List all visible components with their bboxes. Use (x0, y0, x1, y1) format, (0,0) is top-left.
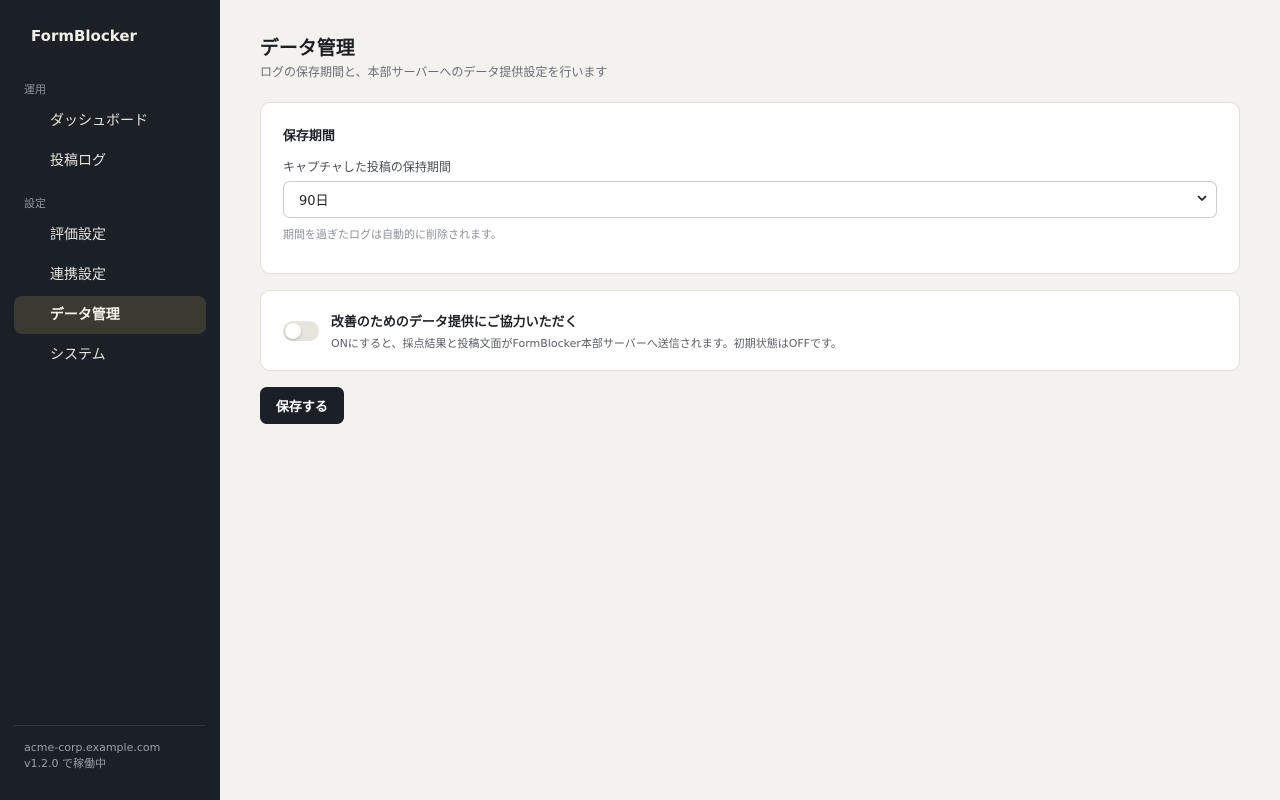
retention-card: 保存期間 キャプチャした投稿の保持期間 90日 期間を過ぎたログは自動的に削除さ… (260, 102, 1240, 274)
consent-text: 改善のためのデータ提供にご協力いただく ONにすると、採点結果と投稿文面がFor… (331, 311, 842, 351)
sidebar-item-data-management[interactable]: データ管理 (14, 296, 206, 334)
page-title: データ管理 (260, 37, 356, 59)
consent-card: 改善のためのデータ提供にご協力いただく ONにすると、採点結果と投稿文面がFor… (260, 290, 1240, 371)
consent-description: ONにすると、採点結果と投稿文面がFormBlocker本部サーバーへ送信されま… (331, 336, 842, 350)
retention-period-select[interactable]: 90日 (283, 181, 1217, 218)
sidebar-item-evaluation-settings[interactable]: 評価設定 (14, 216, 206, 254)
tenant-host: acme-corp.example.com (24, 741, 161, 754)
sidebar-item-system[interactable]: システム (14, 336, 206, 374)
sidebar-item-post-log[interactable]: 投稿ログ (14, 142, 206, 180)
retention-field-label: キャプチャした投稿の保持期間 (283, 160, 451, 174)
consent-title: 改善のためのデータ提供にご協力いただく (331, 314, 578, 330)
data-sharing-toggle[interactable] (283, 320, 319, 341)
chevron-down-icon (1196, 192, 1208, 208)
app-brand: FormBlocker (31, 27, 137, 45)
sidebar-footer: acme-corp.example.com v1.2.0 で稼働中 (14, 725, 206, 800)
sidebar-item-integration-settings[interactable]: 連携設定 (14, 256, 206, 294)
save-button[interactable]: 保存する (260, 387, 344, 424)
nav-group-label-settings: 設定 (24, 197, 46, 210)
retention-help-text: 期間を過ぎたログは自動的に削除されます。 (283, 228, 502, 241)
sidebar-item-dashboard[interactable]: ダッシュボード (14, 102, 206, 140)
main-content: データ管理 ログの保存期間と、本部サーバーへのデータ提供設定を行います 保存期間… (220, 0, 1280, 800)
toggle-knob (285, 322, 301, 339)
retention-selected-value: 90日 (299, 194, 329, 209)
retention-section-title: 保存期間 (283, 129, 336, 144)
nav-group-label-operations: 運用 (24, 83, 46, 96)
version-status: v1.2.0 で稼働中 (24, 757, 106, 770)
page-subtitle: ログの保存期間と、本部サーバーへのデータ提供設定を行います (260, 65, 608, 79)
sidebar: FormBlocker 運用 ダッシュボード 投稿ログ 設定 評価設定 連携設定… (0, 0, 220, 800)
